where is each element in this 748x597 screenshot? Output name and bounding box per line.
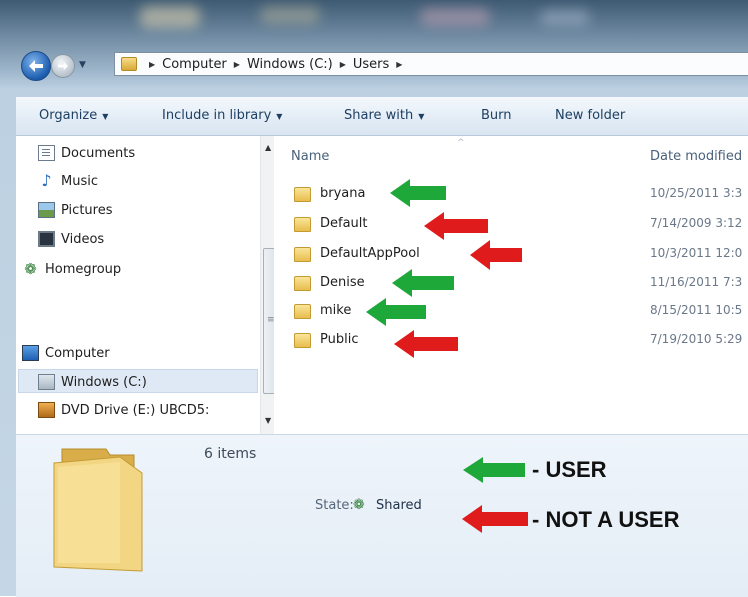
file-row[interactable]: bryana 10/25/2011 3:3 bbox=[274, 184, 748, 208]
details-pane: 6 items State: ❁ Shared - USER - NOT A U… bbox=[16, 434, 748, 597]
chevron-down-icon: ▼ bbox=[418, 112, 425, 121]
music-icon: ♪ bbox=[41, 171, 52, 190]
command-toolbar: Organize ▼ Include in library ▼ Share with… bbox=[16, 97, 748, 136]
column-header-date-modified[interactable]: Date modified bbox=[650, 149, 742, 164]
folder-icon bbox=[294, 247, 311, 262]
pictures-icon bbox=[38, 202, 55, 218]
nav-item-pictures[interactable]: Pictures bbox=[38, 199, 112, 221]
breadcrumb-windows-c[interactable]: Windows (C:) bbox=[247, 57, 333, 72]
file-date: 7/14/2009 3:12 bbox=[650, 216, 743, 230]
nav-item-dvd-drive[interactable]: DVD Drive (E:) UBCD5: bbox=[38, 399, 209, 421]
nav-item-videos[interactable]: Videos bbox=[38, 228, 104, 250]
address-bar[interactable]: ▶ Computer ▶ Windows (C:) ▶ Users ▶ bbox=[114, 52, 748, 76]
share-with-button[interactable]: Share with ▼ bbox=[344, 108, 424, 123]
dvd-icon bbox=[38, 402, 55, 418]
file-date: 7/19/2010 5:29 bbox=[650, 332, 743, 346]
large-folder-icon bbox=[53, 448, 143, 572]
green-arrow-icon bbox=[463, 457, 525, 483]
chevron-right-icon[interactable]: ▶ bbox=[396, 60, 402, 69]
file-name[interactable]: mike bbox=[320, 303, 351, 318]
breadcrumb-users[interactable]: Users bbox=[353, 57, 389, 72]
legend-not-user: - NOT A USER bbox=[532, 507, 680, 532]
state-value: Shared bbox=[376, 498, 422, 513]
folder-icon bbox=[294, 217, 311, 232]
nav-item-music[interactable]: ♪ Music bbox=[38, 170, 98, 192]
file-name[interactable]: bryana bbox=[320, 186, 365, 201]
nav-item-computer[interactable]: Computer bbox=[22, 342, 110, 364]
green-arrow-icon bbox=[390, 179, 446, 207]
folder-icon bbox=[294, 187, 311, 202]
red-arrow-icon bbox=[462, 505, 528, 533]
scroll-down-icon[interactable]: ▼ bbox=[265, 416, 271, 425]
file-list: ^ Name Date modified bryana 10/25/2011 3… bbox=[274, 136, 748, 434]
file-row[interactable]: mike 8/15/2011 10:5 bbox=[274, 301, 748, 325]
state-label: State: bbox=[315, 498, 354, 513]
documents-icon bbox=[38, 145, 55, 161]
file-name[interactable]: DefaultAppPool bbox=[320, 246, 420, 261]
folder-icon bbox=[294, 333, 311, 348]
file-name[interactable]: Default bbox=[320, 216, 368, 231]
red-arrow-icon bbox=[394, 330, 458, 358]
file-date: 10/3/2011 12:0 bbox=[650, 246, 743, 260]
chevron-right-icon[interactable]: ▶ bbox=[149, 60, 155, 69]
file-date: 8/15/2011 10:5 bbox=[650, 303, 743, 317]
recent-pages-dropdown[interactable]: ▼ bbox=[79, 60, 86, 70]
new-folder-button[interactable]: New folder bbox=[555, 108, 625, 123]
nav-item-documents[interactable]: Documents bbox=[38, 142, 135, 164]
burn-button[interactable]: Burn bbox=[481, 108, 512, 123]
sort-ascending-icon: ^ bbox=[457, 138, 465, 148]
include-in-library-button[interactable]: Include in library ▼ bbox=[162, 108, 282, 123]
chevron-down-icon: ▼ bbox=[276, 112, 283, 121]
homegroup-icon: ❁ bbox=[24, 260, 37, 278]
item-count: 6 items bbox=[204, 446, 257, 462]
file-date: 11/16/2011 7:3 bbox=[650, 275, 743, 289]
organize-button[interactable]: Organize ▼ bbox=[39, 108, 108, 123]
folder-icon bbox=[121, 57, 137, 71]
forward-button[interactable] bbox=[51, 54, 75, 78]
chevron-down-icon: ▼ bbox=[102, 112, 109, 121]
folder-icon bbox=[294, 276, 311, 291]
legend-user: - USER bbox=[532, 457, 607, 482]
folder-icon bbox=[294, 304, 311, 319]
red-arrow-icon bbox=[470, 240, 522, 270]
green-arrow-icon bbox=[392, 269, 454, 297]
nav-item-homegroup[interactable]: ❁ Homegroup bbox=[22, 258, 121, 280]
videos-icon bbox=[38, 231, 55, 247]
arrow-right-icon bbox=[58, 61, 68, 71]
breadcrumb-computer[interactable]: Computer bbox=[162, 57, 227, 72]
scroll-up-icon[interactable]: ▲ bbox=[265, 143, 271, 152]
shared-icon: ❁ bbox=[353, 497, 365, 513]
chevron-right-icon[interactable]: ▶ bbox=[340, 60, 346, 69]
file-name[interactable]: Public bbox=[320, 332, 358, 347]
green-arrow-icon bbox=[366, 298, 426, 326]
drive-icon bbox=[38, 374, 55, 390]
file-row[interactable]: Public 7/19/2010 5:29 bbox=[274, 330, 748, 354]
file-row[interactable]: Denise 11/16/2011 7:3 bbox=[274, 273, 748, 297]
chevron-right-icon[interactable]: ▶ bbox=[234, 60, 240, 69]
column-header-name[interactable]: Name bbox=[291, 149, 329, 164]
file-date: 10/25/2011 3:3 bbox=[650, 186, 743, 200]
file-name[interactable]: Denise bbox=[320, 275, 365, 290]
file-row[interactable]: Default 7/14/2009 3:12 bbox=[274, 214, 748, 238]
back-button[interactable] bbox=[21, 51, 51, 81]
navigation-pane: Documents ♪ Music Pictures Videos ❁ Home… bbox=[16, 136, 279, 434]
nav-item-windows-c[interactable]: Windows (C:) bbox=[38, 371, 147, 393]
computer-icon bbox=[22, 345, 39, 361]
red-arrow-icon bbox=[424, 212, 488, 240]
arrow-left-icon bbox=[29, 60, 43, 72]
